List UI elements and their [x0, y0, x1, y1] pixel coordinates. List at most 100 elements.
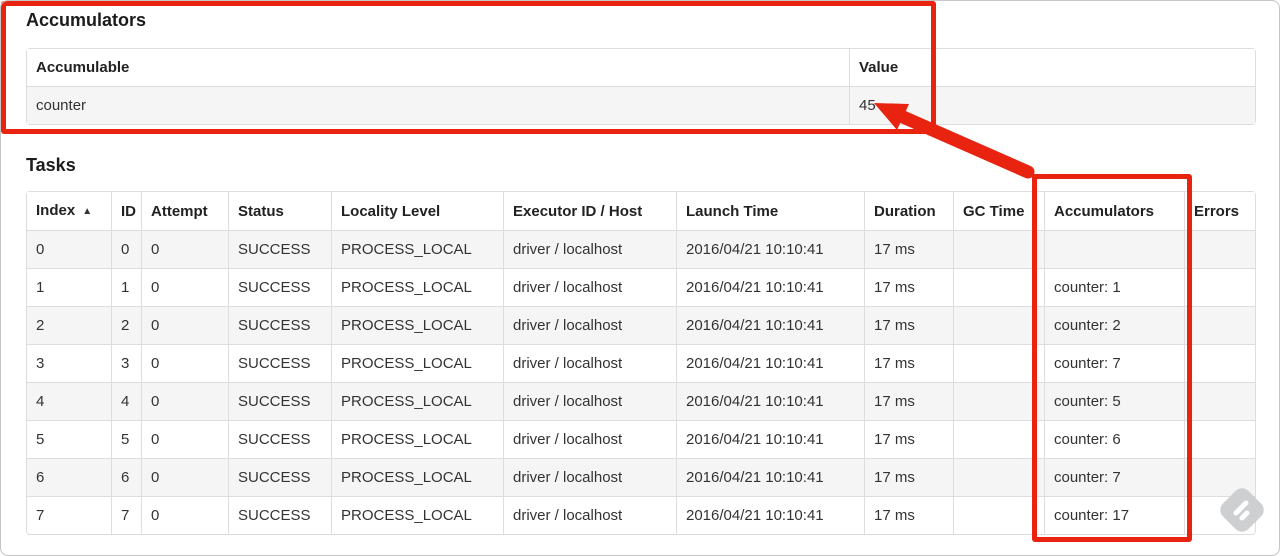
column-header-launch-time[interactable]: Launch Time — [677, 192, 865, 231]
column-header-index[interactable]: Index ▲ — [27, 192, 112, 231]
column-header-locality-level[interactable]: Locality Level — [332, 192, 504, 231]
column-header-label: Launch Time — [686, 202, 779, 220]
table-cell: PROCESS_LOCAL — [332, 231, 504, 269]
table-cell: 0 — [142, 459, 229, 497]
table-cell: 0 — [142, 269, 229, 307]
table-row: 3 3 0 SUCCESS PROCESS_LOCAL driver / localhos… — [27, 345, 1255, 383]
table-cell: 5 — [112, 421, 142, 459]
table-cell: 0 — [142, 231, 229, 269]
table-cell: 2016/04/21 10:10:41 — [677, 459, 865, 497]
column-header-label: Errors — [1194, 202, 1240, 220]
column-header-label: Index — [36, 202, 76, 219]
table-cell — [954, 459, 1045, 497]
table-cell — [954, 383, 1045, 421]
table-cell: driver / localhost — [504, 383, 677, 421]
table-cell: 2 — [112, 307, 142, 345]
header-row: Index ▲ ID Attempt Status Locality Level Execu… — [27, 192, 1255, 231]
table-cell: 17 ms — [865, 269, 954, 307]
table-cell — [1185, 269, 1255, 307]
tasks-table: Index ▲ ID Attempt Status Locality Level Execu… — [26, 191, 1256, 535]
table-cell: 17 ms — [865, 383, 954, 421]
table-row: 6 6 0 SUCCESS PROCESS_LOCAL driver / localhos… — [27, 459, 1255, 497]
table-cell — [1185, 307, 1255, 345]
table-cell: 0 — [142, 497, 229, 534]
table-cell: PROCESS_LOCAL — [332, 459, 504, 497]
table-cell: SUCCESS — [229, 459, 332, 497]
table-cell: counter: 17 — [1045, 497, 1185, 534]
table-cell — [954, 421, 1045, 459]
column-header-accumulators[interactable]: Accumulators — [1045, 192, 1185, 231]
table-cell: driver / localhost — [504, 345, 677, 383]
table-cell: driver / localhost — [504, 421, 677, 459]
column-header-attempt[interactable]: Attempt — [142, 192, 229, 231]
column-header-label: Attempt — [151, 202, 208, 220]
table-cell: 0 — [142, 421, 229, 459]
table-cell: counter: 6 — [1045, 421, 1185, 459]
column-header-label: GC Time — [963, 202, 1025, 220]
column-header-label: Locality Level — [341, 202, 441, 220]
table-cell — [1185, 231, 1255, 269]
table-cell: 1 — [27, 269, 112, 307]
table-cell — [954, 269, 1045, 307]
table-cell: 2016/04/21 10:10:41 — [677, 383, 865, 421]
header-row: Accumulable Value — [27, 49, 1255, 87]
table-cell: 6 — [27, 459, 112, 497]
table-cell: driver / localhost — [504, 231, 677, 269]
accumulators-table-head: Accumulable Value — [27, 49, 1255, 87]
table-cell: 7 — [27, 497, 112, 534]
table-cell: driver / localhost — [504, 307, 677, 345]
column-header-accumulable[interactable]: Accumulable — [27, 49, 850, 87]
table-cell: 2016/04/21 10:10:41 — [677, 345, 865, 383]
table-cell: 4 — [27, 383, 112, 421]
column-header-label: Accumulable — [36, 59, 130, 76]
column-header-errors[interactable]: Errors — [1185, 192, 1255, 231]
table-cell: 2016/04/21 10:10:41 — [677, 497, 865, 534]
column-header-label: Value — [859, 59, 899, 76]
table-cell: PROCESS_LOCAL — [332, 345, 504, 383]
column-header-value[interactable]: Value — [850, 49, 1255, 87]
table-cell: counter — [27, 87, 850, 124]
table-cell: SUCCESS — [229, 421, 332, 459]
table-cell: 0 — [112, 231, 142, 269]
column-header-label: ID — [121, 202, 136, 220]
table-cell: 3 — [27, 345, 112, 383]
tasks-table-body: 0 0 0 SUCCESS PROCESS_LOCAL driver / localhos… — [27, 231, 1255, 534]
column-header-status[interactable]: Status — [229, 192, 332, 231]
table-cell: 5 — [27, 421, 112, 459]
table-row: 5 5 0 SUCCESS PROCESS_LOCAL driver / localhos… — [27, 421, 1255, 459]
table-cell — [954, 231, 1045, 269]
table-cell — [1185, 497, 1255, 534]
table-cell: 0 — [142, 383, 229, 421]
column-header-label: Accumulators — [1054, 202, 1155, 220]
table-cell: 17 ms — [865, 421, 954, 459]
page-content: Accumulators Accumulable Value counter 45 … — [26, 9, 1256, 535]
table-cell: PROCESS_LOCAL — [332, 307, 504, 345]
column-header-label: Executor ID / Host — [513, 202, 643, 220]
table-cell: SUCCESS — [229, 383, 332, 421]
table-cell — [1185, 345, 1255, 383]
table-cell: 3 — [112, 345, 142, 383]
table-cell: 7 — [112, 497, 142, 534]
table-cell: PROCESS_LOCAL — [332, 383, 504, 421]
table-cell — [954, 307, 1045, 345]
accumulators-table-body: counter 45 — [27, 87, 1255, 124]
table-cell — [954, 497, 1045, 534]
column-header-duration[interactable]: Duration — [865, 192, 954, 231]
column-header-label: Status — [238, 202, 284, 220]
table-cell: counter: 7 — [1045, 459, 1185, 497]
column-header-id[interactable]: ID — [112, 192, 142, 231]
table-cell: 2016/04/21 10:10:41 — [677, 307, 865, 345]
table-cell: 2016/04/21 10:10:41 — [677, 421, 865, 459]
column-header-executor-id-host[interactable]: Executor ID / Host — [504, 192, 677, 231]
table-cell: driver / localhost — [504, 459, 677, 497]
accumulators-table: Accumulable Value counter 45 — [26, 48, 1256, 125]
table-cell — [954, 345, 1045, 383]
table-cell: 17 ms — [865, 497, 954, 534]
table-cell — [1185, 421, 1255, 459]
table-cell: 0 — [142, 345, 229, 383]
table-cell: 17 ms — [865, 459, 954, 497]
column-header-gc-time[interactable]: GC Time — [954, 192, 1045, 231]
table-row: 4 4 0 SUCCESS PROCESS_LOCAL driver / localhos… — [27, 383, 1255, 421]
table-cell: 2 — [27, 307, 112, 345]
table-cell: 0 — [142, 307, 229, 345]
